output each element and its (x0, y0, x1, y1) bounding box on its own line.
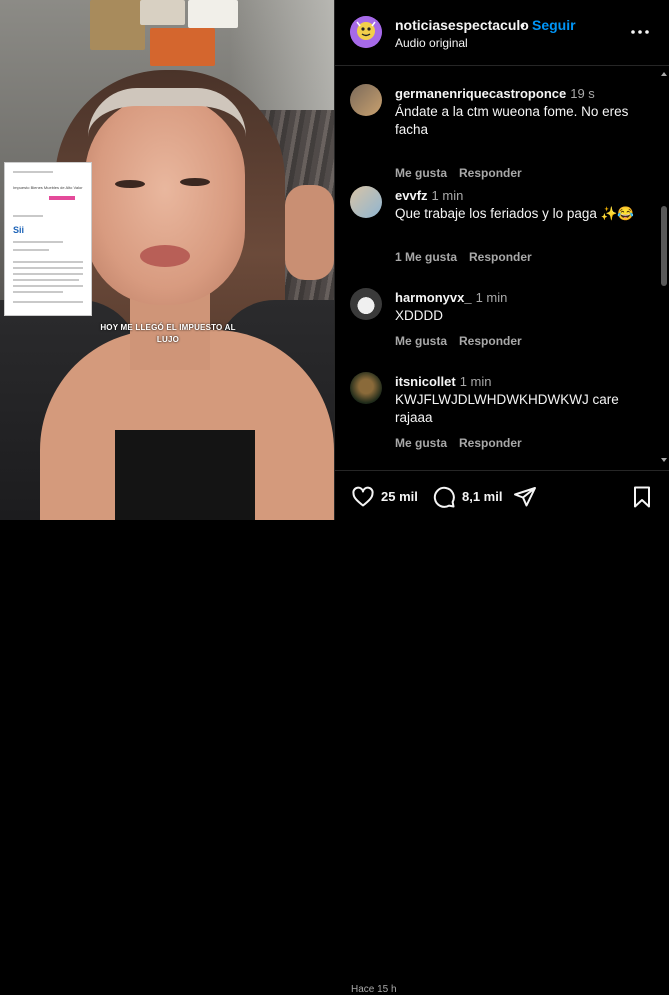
avatar[interactable] (350, 84, 382, 116)
separator-dot: • (520, 17, 525, 33)
audio-label[interactable]: Audio original (395, 36, 468, 50)
doc-line (13, 261, 83, 263)
comment-actions: Me gusta Responder (395, 334, 534, 348)
comment-text: XDDDD (395, 308, 444, 323)
comment-header: germanenriquecastroponce 19 s (395, 86, 595, 101)
comment-header: evvfz 1 min (395, 188, 463, 203)
doc-line (13, 267, 83, 269)
profile-avatar-icon (350, 16, 382, 48)
tax-document-screenshot: Impuesto Bienes Muebles de Alto Valor Si… (5, 163, 91, 315)
eye-right (180, 178, 210, 186)
shelf-box (90, 0, 145, 50)
caption-line: LUJO (156, 335, 180, 344)
shelf-box (150, 28, 215, 66)
scroll-down-icon[interactable] (660, 456, 668, 464)
comment-text: KWJFLWJDLWHDWKHDWKWJ care rajaaa (395, 392, 619, 425)
shelf-box (140, 0, 185, 25)
reel-video[interactable]: Impuesto Bienes Muebles de Alto Valor Si… (0, 0, 334, 520)
comment-username[interactable]: harmonyvx_ (395, 290, 472, 305)
heart-icon[interactable] (351, 485, 375, 509)
follow-button[interactable]: Seguir (532, 17, 576, 33)
scroll-up-icon[interactable] (660, 70, 668, 78)
person-arm (285, 185, 334, 280)
doc-line (13, 301, 83, 303)
comment-likes-count[interactable]: 1 Me gusta (395, 250, 457, 264)
doc-line (13, 249, 49, 251)
doc-line (13, 215, 43, 217)
comments-count[interactable]: 8,1 mil (462, 489, 502, 504)
comment-like-link[interactable]: Me gusta (395, 334, 447, 348)
comment-time[interactable]: 19 s (570, 86, 595, 101)
post-header: noticiasespectaculo • Seguir Audio origi… (335, 0, 669, 66)
comment-username[interactable]: germanenriquecastroponce (395, 86, 566, 101)
comment-time[interactable]: 1 min (460, 374, 492, 389)
comment-reply-link[interactable]: Responder (459, 334, 522, 348)
comment-text: Ándate a la ctm wueona fome. No eres fac… (395, 104, 629, 137)
comment-actions: Me gusta Responder (395, 166, 534, 180)
doc-line (13, 279, 79, 281)
comment-time[interactable]: 1 min (432, 188, 464, 203)
likes-count[interactable]: 25 mil (381, 489, 418, 504)
doc-line (13, 241, 63, 243)
comment-reply-link[interactable]: Responder (459, 436, 522, 450)
black-top (115, 430, 255, 520)
doc-line (13, 171, 53, 173)
bookmark-icon[interactable] (630, 485, 654, 509)
headband (88, 88, 246, 143)
comment-username[interactable]: evvfz (395, 188, 428, 203)
caption-line: HOY ME LLEGÓ EL IMPUESTO AL (100, 323, 236, 332)
comment-reply-link[interactable]: Responder (469, 250, 532, 264)
doc-title: Impuesto Bienes Muebles de Alto Valor (13, 185, 83, 190)
sii-logo: Sii (13, 225, 25, 235)
scroll-thumb[interactable] (661, 206, 667, 286)
eye-left (115, 180, 145, 188)
comment-like-link[interactable]: Me gusta (395, 166, 447, 180)
doc-line (13, 291, 63, 293)
comments-scrollbar[interactable] (660, 66, 668, 470)
avatar[interactable] (350, 288, 382, 320)
doc-line (13, 285, 83, 287)
comment-text: Que trabaje los feriados y lo paga ✨😂 (395, 206, 635, 221)
doc-line (13, 273, 83, 275)
comment-icon[interactable] (432, 485, 456, 509)
avatar[interactable] (350, 16, 382, 48)
comment-username[interactable]: itsnicollet (395, 374, 456, 389)
post-username[interactable]: noticiasespectaculo (395, 17, 529, 33)
post-panel: noticiasespectaculo • Seguir Audio origi… (334, 0, 669, 995)
post-action-bar: 25 mil 8,1 mil Hace 15 h (335, 470, 669, 995)
video-caption: HOY ME LLEGÓ EL IMPUESTO AL LUJO (88, 322, 248, 346)
comment-actions: Me gusta Responder (395, 436, 534, 450)
comment-reply-link[interactable]: Responder (459, 166, 522, 180)
comments-list[interactable]: germanenriquecastroponce 19 s Ándate a la… (335, 66, 669, 470)
more-options-icon[interactable] (630, 22, 650, 42)
avatar[interactable] (350, 372, 382, 404)
mouth (140, 245, 190, 267)
comment-time[interactable]: 1 min (476, 290, 508, 305)
avatar[interactable] (350, 186, 382, 218)
doc-highlight (49, 196, 75, 200)
post-date: Hace 15 h (351, 984, 397, 995)
comment-actions: 1 Me gusta Responder (395, 250, 544, 264)
share-icon[interactable] (513, 485, 537, 509)
comment-header: harmonyvx_ 1 min (395, 290, 507, 305)
comment-header: itsnicollet 1 min (395, 374, 491, 389)
comment-like-link[interactable]: Me gusta (395, 436, 447, 450)
